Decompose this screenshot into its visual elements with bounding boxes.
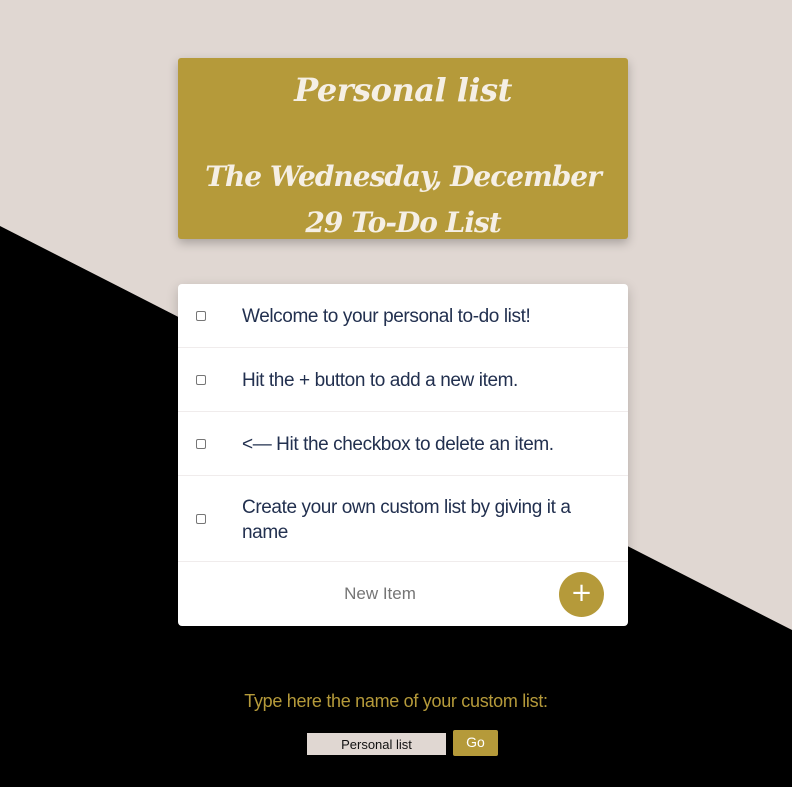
page-title: The Wednesday, December 29 To-Do List	[205, 160, 602, 239]
heading-box: Personal list The Wednesday, December 29…	[178, 58, 628, 239]
custom-list-name-input[interactable]	[307, 733, 446, 755]
list-item-text: Welcome to your personal to-do list!	[242, 306, 531, 327]
list-item-text: <— Hit the checkbox to delete an item.	[242, 434, 554, 455]
list-item-text: Create your own custom list by giving it…	[242, 497, 571, 543]
add-item-button[interactable]: +	[559, 572, 604, 617]
delete-checkbox[interactable]	[196, 311, 206, 321]
list-item: Create your own custom list by giving it…	[178, 476, 628, 562]
list-item: Welcome to your personal to-do list!	[178, 284, 628, 348]
go-button[interactable]: Go	[453, 730, 498, 756]
custom-list-prompt: Type here the name of your custom list:	[244, 691, 548, 711]
list-name-heading: Personal list	[294, 71, 512, 109]
new-item-input[interactable]	[308, 582, 452, 606]
delete-checkbox[interactable]	[196, 514, 206, 524]
delete-checkbox[interactable]	[196, 375, 206, 385]
list-item-text: Hit the + button to add a new item.	[242, 370, 518, 391]
list-item: Hit the + button to add a new item.	[178, 348, 628, 412]
todo-list-card: Welcome to your personal to-do list! Hit…	[178, 284, 628, 626]
list-item: <— Hit the checkbox to delete an item.	[178, 412, 628, 476]
new-item-form: +	[178, 562, 628, 626]
delete-checkbox[interactable]	[196, 439, 206, 449]
